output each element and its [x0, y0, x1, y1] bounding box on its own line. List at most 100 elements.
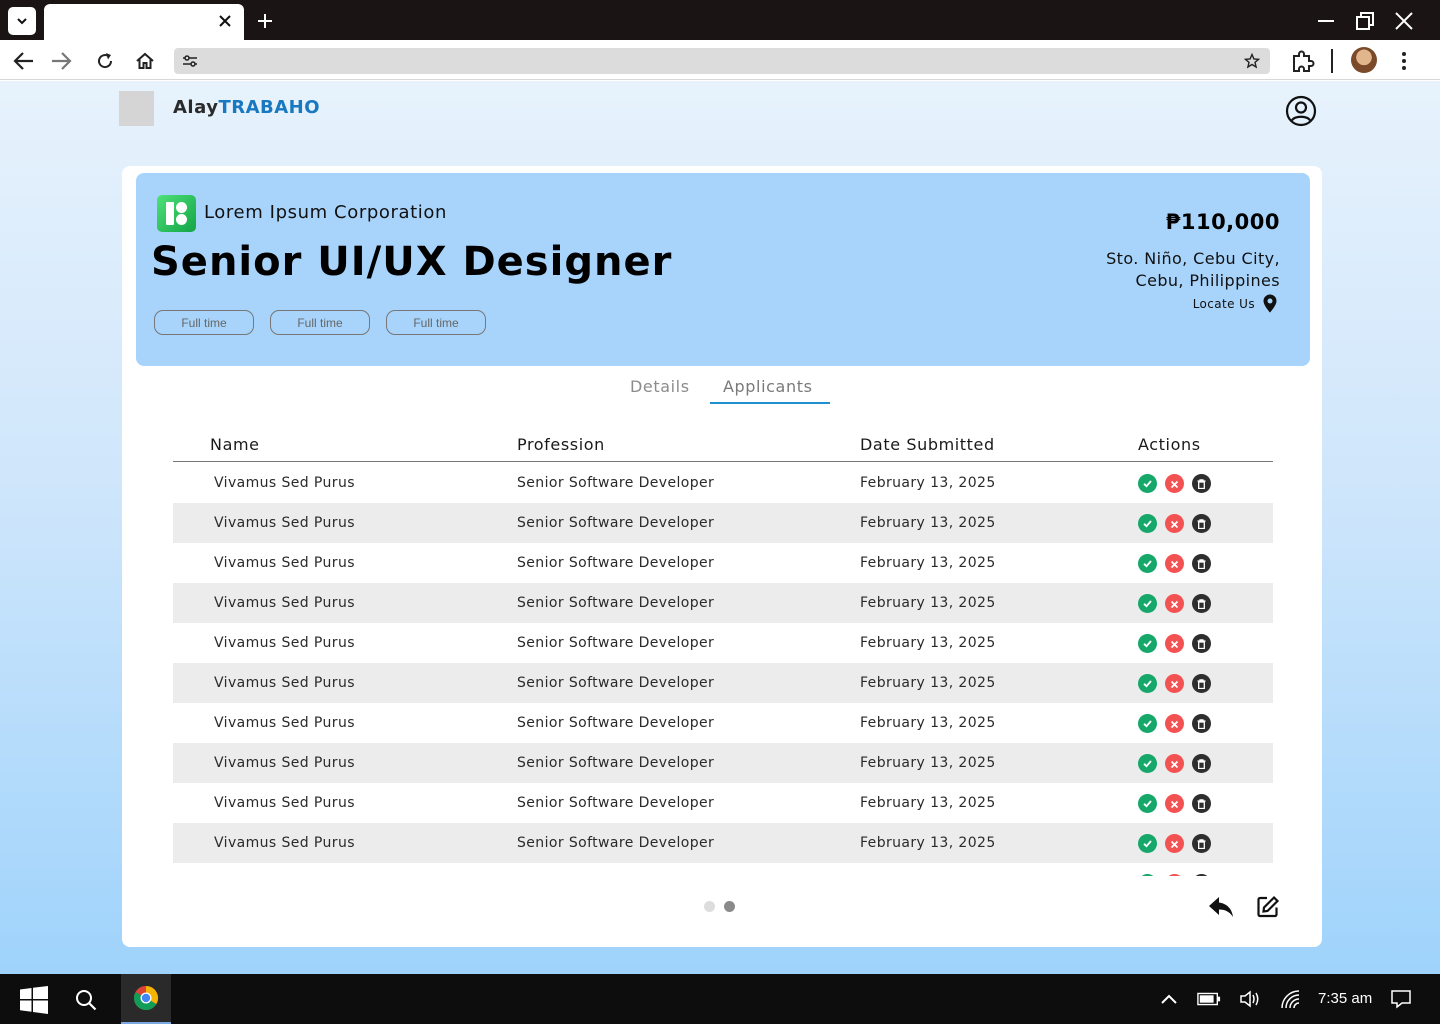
trash-icon — [1197, 794, 1206, 813]
site-settings-icon[interactable] — [180, 51, 200, 71]
notifications-icon[interactable] — [1389, 987, 1413, 1011]
reject-button[interactable] — [1165, 834, 1184, 853]
column-header-date[interactable]: Date Submitted — [860, 435, 995, 454]
battery-icon[interactable] — [1197, 987, 1221, 1011]
start-button[interactable] — [16, 982, 52, 1018]
check-icon — [1142, 794, 1153, 813]
reply-arrow-icon — [1209, 897, 1233, 917]
tab-search-button[interactable] — [8, 7, 36, 35]
column-header-profession[interactable]: Profession — [517, 435, 605, 454]
tab-details[interactable]: Details — [630, 377, 690, 396]
close-window-button[interactable] — [1389, 6, 1419, 36]
accept-button[interactable] — [1138, 594, 1157, 613]
delete-button[interactable] — [1192, 674, 1211, 693]
delete-button[interactable] — [1192, 634, 1211, 653]
accept-button[interactable] — [1138, 674, 1157, 693]
locate-us-link[interactable]: Locate Us — [1193, 294, 1277, 313]
forward-nav-button[interactable] — [46, 46, 76, 76]
tab-applicants[interactable]: Applicants — [723, 377, 813, 396]
taskbar-clock[interactable]: 7:35 am — [1318, 990, 1372, 1007]
table-row[interactable]: Vivamus Sed Purus Senior Software Develop… — [173, 663, 1273, 703]
delete-button[interactable] — [1192, 714, 1211, 733]
accept-button[interactable] — [1138, 634, 1157, 653]
reject-button[interactable] — [1165, 674, 1184, 693]
back-nav-button[interactable] — [9, 46, 39, 76]
applicant-name: Vivamus Sed Purus — [214, 795, 355, 811]
reject-button[interactable] — [1165, 874, 1184, 876]
site-brand[interactable]: AlayTRABAHO — [173, 97, 320, 118]
network-icon[interactable] — [1279, 987, 1303, 1011]
column-header-name[interactable]: Name — [210, 435, 260, 454]
browser-menu-button[interactable] — [1389, 46, 1419, 76]
applicant-profession: Senior Software Developer — [517, 635, 715, 651]
site-logo-placeholder[interactable] — [119, 91, 154, 126]
check-icon — [1142, 714, 1153, 733]
accept-button[interactable] — [1138, 874, 1157, 876]
check-icon — [1142, 754, 1153, 773]
table-row[interactable]: Vivamus Sed Purus Senior Software Develop… — [173, 463, 1273, 503]
delete-button[interactable] — [1192, 514, 1211, 533]
accept-button[interactable] — [1138, 514, 1157, 533]
minimize-button[interactable] — [1311, 6, 1341, 36]
chrome-taskbar-app[interactable] — [121, 974, 171, 1024]
applicant-name: Vivamus Sed Purus — [214, 475, 355, 491]
trash-icon — [1197, 554, 1206, 573]
table-row[interactable]: Vivamus Sed Purus Senior Software Develop… — [173, 623, 1273, 663]
delete-button[interactable] — [1192, 754, 1211, 773]
reject-button[interactable] — [1165, 794, 1184, 813]
reject-button[interactable] — [1165, 594, 1184, 613]
reject-button[interactable] — [1165, 514, 1184, 533]
accept-button[interactable] — [1138, 474, 1157, 493]
edit-button[interactable] — [1254, 893, 1282, 921]
table-row[interactable]: Vivamus Sed Purus Senior Software Develop… — [173, 863, 1273, 876]
applicant-name: Vivamus Sed Purus — [214, 715, 355, 731]
accept-button[interactable] — [1138, 754, 1157, 773]
x-icon — [1170, 674, 1179, 693]
check-icon — [1142, 514, 1153, 533]
page-dot-2[interactable] — [724, 901, 735, 912]
address-bar[interactable] — [174, 48, 1270, 74]
home-button[interactable] — [130, 46, 160, 76]
table-row[interactable]: Vivamus Sed Purus Senior Software Develop… — [173, 703, 1273, 743]
profile-avatar[interactable] — [1351, 47, 1377, 73]
applicant-profession: Senior Software Developer — [517, 475, 715, 491]
delete-button[interactable] — [1192, 874, 1211, 876]
page-dot-1[interactable] — [704, 901, 715, 912]
table-row[interactable]: Vivamus Sed Purus Senior Software Develop… — [173, 503, 1273, 543]
new-tab-button[interactable] — [252, 8, 278, 34]
delete-button[interactable] — [1192, 554, 1211, 573]
user-account-icon[interactable] — [1285, 95, 1317, 127]
accept-button[interactable] — [1138, 794, 1157, 813]
back-button[interactable] — [1206, 893, 1236, 921]
reject-button[interactable] — [1165, 634, 1184, 653]
bookmark-star-icon[interactable] — [1242, 51, 1262, 71]
reload-button[interactable] — [90, 46, 120, 76]
table-row[interactable]: Vivamus Sed Purus Senior Software Develop… — [173, 743, 1273, 783]
reject-button[interactable] — [1165, 474, 1184, 493]
applicant-name: Vivamus Sed Purus — [214, 635, 355, 651]
table-row[interactable]: Vivamus Sed Purus Senior Software Develop… — [173, 823, 1273, 863]
table-row[interactable]: Vivamus Sed Purus Senior Software Develop… — [173, 543, 1273, 583]
date-submitted: February 13, 2025 — [860, 515, 996, 531]
reject-button[interactable] — [1165, 714, 1184, 733]
accept-button[interactable] — [1138, 834, 1157, 853]
reject-button[interactable] — [1165, 554, 1184, 573]
table-row[interactable]: Vivamus Sed Purus Senior Software Develop… — [173, 583, 1273, 623]
show-hidden-icons-button[interactable] — [1157, 987, 1181, 1011]
delete-button[interactable] — [1192, 594, 1211, 613]
accept-button[interactable] — [1138, 714, 1157, 733]
delete-button[interactable] — [1192, 794, 1211, 813]
browser-tab[interactable] — [44, 4, 244, 40]
delete-button[interactable] — [1192, 474, 1211, 493]
delete-button[interactable] — [1192, 834, 1211, 853]
table-row[interactable]: Vivamus Sed Purus Senior Software Develop… — [173, 783, 1273, 823]
tab-close-button[interactable] — [214, 10, 236, 32]
home-icon — [136, 52, 154, 69]
restore-button[interactable] — [1350, 6, 1380, 36]
taskbar-search-button[interactable] — [68, 982, 104, 1018]
check-icon — [1142, 474, 1153, 493]
reject-button[interactable] — [1165, 754, 1184, 773]
accept-button[interactable] — [1138, 554, 1157, 573]
extensions-button[interactable] — [1288, 46, 1318, 76]
volume-icon[interactable] — [1239, 987, 1263, 1011]
